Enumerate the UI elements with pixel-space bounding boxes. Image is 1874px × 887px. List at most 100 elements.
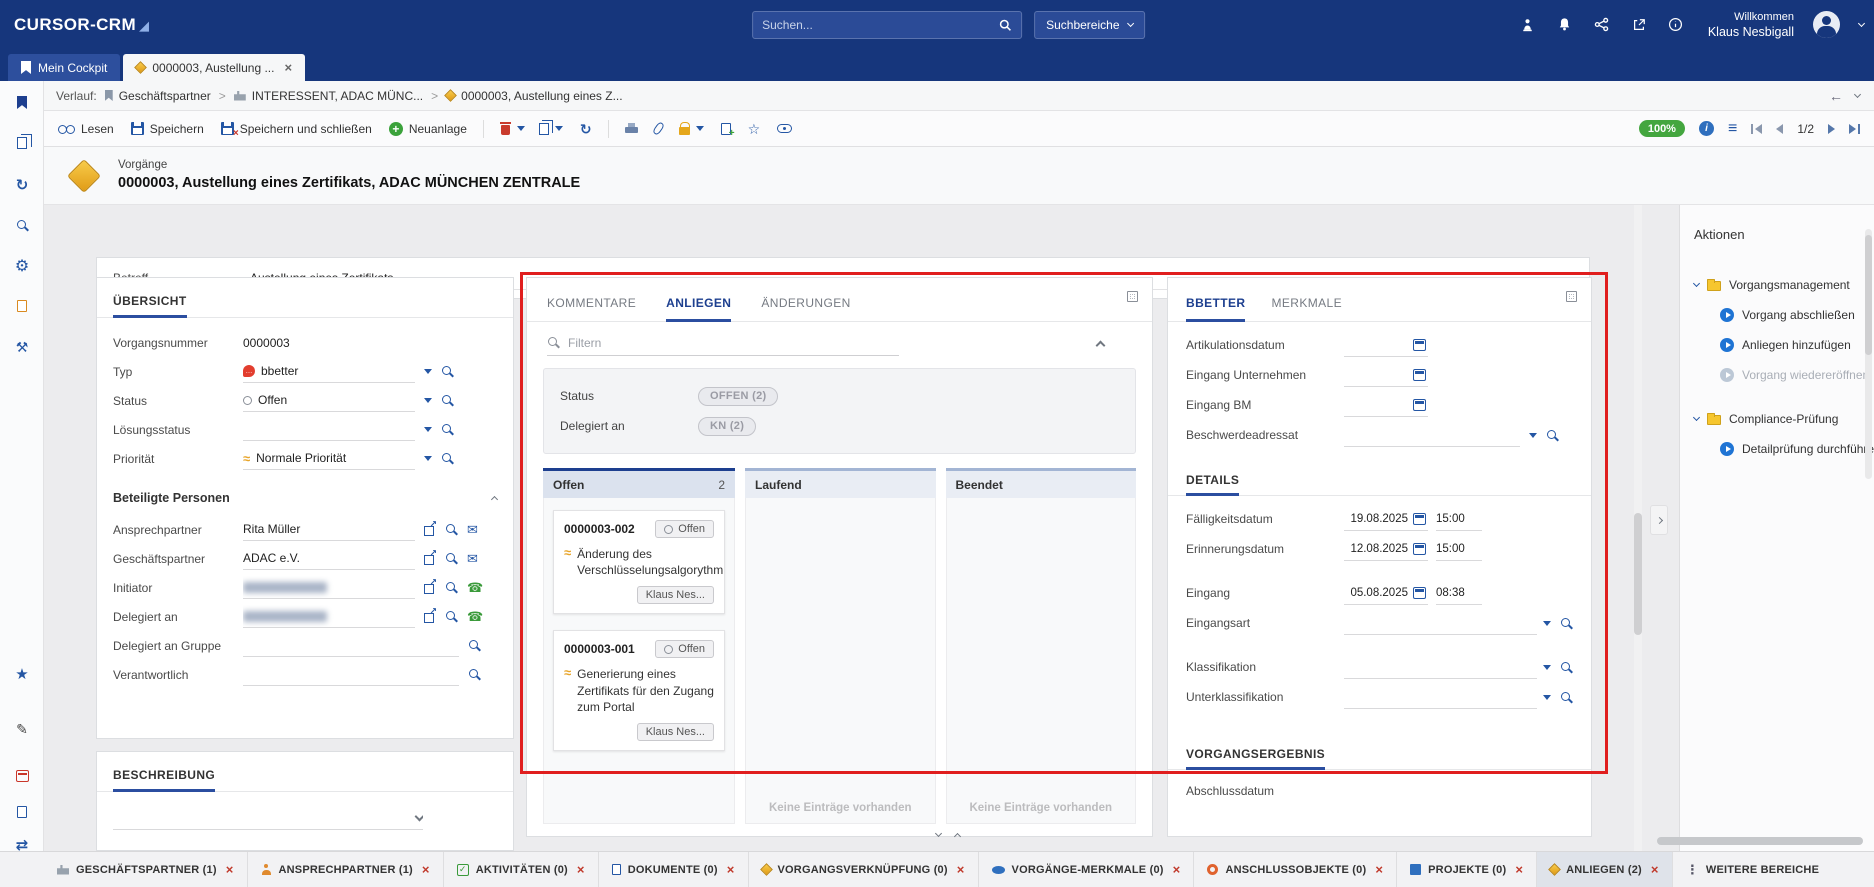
lookup-icon[interactable] <box>445 581 458 594</box>
refresh-button[interactable]: ↻ <box>576 116 596 142</box>
delete-button[interactable] <box>496 116 529 142</box>
anliegen-card[interactable]: 0000003-002 Offen ≈ Änderung des Verschl… <box>553 510 725 614</box>
action-anliegen-hinzufuegen[interactable]: Anliegen hinzufügen <box>1694 330 1874 360</box>
caret-down-icon[interactable] <box>424 456 432 461</box>
kanban-column-header[interactable]: Beendet <box>946 468 1137 498</box>
action-detailpruefung-durchfuehren[interactable]: Detailprüfung durchführen <box>1694 434 1874 464</box>
bottom-tab-vorgangsverknuepfung[interactable]: VORGANGSVERKNÜPFUNG (0) × <box>749 852 979 887</box>
vertical-scrollbar-thumb[interactable] <box>1634 513 1642 635</box>
initiator-input[interactable] <box>243 576 415 599</box>
close-tab-icon[interactable]: × <box>1375 862 1383 877</box>
neuanlage-button[interactable]: + Neuanlage <box>385 116 471 142</box>
tab-mein-cockpit[interactable]: Mein Cockpit <box>8 54 120 81</box>
zoom-badge[interactable]: 100% <box>1639 120 1685 137</box>
lookup-icon[interactable] <box>468 639 481 652</box>
first-page-button[interactable] <box>1751 124 1762 134</box>
filter-status-chip[interactable]: OFFEN (2) <box>698 387 778 406</box>
kanban-column-header[interactable]: Offen 2 <box>543 468 735 498</box>
last-page-button[interactable] <box>1849 124 1860 134</box>
lookup-icon[interactable] <box>445 610 458 623</box>
close-tab-icon[interactable]: × <box>226 862 234 877</box>
close-tab-icon[interactable]: × <box>284 60 292 75</box>
notifications-bell-icon[interactable] <box>1556 16 1574 34</box>
bottom-tab-anliegen[interactable]: ANLIEGEN (2) × <box>1537 852 1673 887</box>
bottom-tab-dokumente[interactable]: DOKUMENTE (0) × <box>599 852 749 887</box>
calendar-icon[interactable] <box>1413 587 1426 599</box>
lookup-icon[interactable] <box>1546 429 1559 442</box>
maximize-panel-icon[interactable] <box>1127 291 1138 302</box>
geschaeftspartner-input[interactable]: ADAC e.V. <box>243 547 415 570</box>
prioritaet-input[interactable]: ≈ Normale Priorität <box>243 447 415 470</box>
anliegen-card[interactable]: 0000003-001 Offen ≈ Generierung eines Ze… <box>553 630 725 751</box>
info-badge-icon[interactable]: i <box>1699 121 1714 136</box>
ansprechpartner-input[interactable]: Rita Müller <box>243 518 415 541</box>
lookup-icon[interactable] <box>1560 617 1573 630</box>
previous-page-button[interactable] <box>1776 124 1783 134</box>
duplicate-button[interactable] <box>538 116 567 142</box>
search-input[interactable] <box>762 18 999 32</box>
caret-down-icon[interactable] <box>424 427 432 432</box>
organization-icon[interactable] <box>1519 16 1537 34</box>
open-record-icon[interactable]: ↗ <box>424 524 436 536</box>
attachment-button[interactable] <box>651 116 666 142</box>
loesungsstatus-input[interactable] <box>243 418 415 441</box>
lookup-icon[interactable] <box>468 668 481 681</box>
history-icon[interactable]: ↻ <box>0 178 44 193</box>
document-settings-icon[interactable] <box>0 806 44 818</box>
bottom-tab-vorgaenge-merkmale[interactable]: VORGÄNGE-MERKMALE (0) × <box>979 852 1195 887</box>
time-input[interactable]: 15:00 <box>1436 538 1482 561</box>
open-record-icon[interactable]: ↗ <box>424 553 436 565</box>
kanban-column-header[interactable]: Laufend <box>745 468 936 498</box>
info-icon[interactable] <box>1667 16 1685 34</box>
caret-down-icon[interactable] <box>1543 665 1551 670</box>
share-icon[interactable] <box>1593 16 1611 34</box>
date-input[interactable] <box>1344 364 1428 387</box>
email-icon[interactable]: ✉ <box>467 523 478 536</box>
delegiert-an-input[interactable] <box>243 605 415 628</box>
lookup-icon[interactable] <box>441 452 454 465</box>
breadcrumb-item-geschaeftspartner[interactable]: Geschäftspartner <box>105 89 211 103</box>
filter-input-box[interactable] <box>547 330 899 356</box>
action-group-compliance-pruefung[interactable]: Compliance-Prüfung <box>1694 404 1874 434</box>
card-assignee-chip[interactable]: Klaus Nes... <box>637 723 714 741</box>
caret-down-icon[interactable] <box>1543 621 1551 626</box>
caret-down-icon[interactable] <box>424 369 432 374</box>
tab-kommentare[interactable]: KOMMENTARE <box>547 296 636 321</box>
bottom-tab-weitere-bereiche[interactable]: ⋮ WEITERE BEREICHE <box>1673 852 1832 887</box>
speichern-button[interactable]: Speichern <box>127 116 208 142</box>
eingangsart-input[interactable] <box>1344 612 1537 635</box>
favorite-button[interactable]: ☆ <box>744 116 765 142</box>
settings-gear-icon[interactable]: ⚙ <box>0 259 44 275</box>
caret-down-icon[interactable] <box>424 398 432 403</box>
collapse-down-chevron-icon[interactable] <box>935 830 942 837</box>
close-tab-icon[interactable]: × <box>422 862 430 877</box>
tab-bbetter[interactable]: BBETTER <box>1186 296 1245 321</box>
tab-record[interactable]: 0000003, Austellung ... × <box>123 54 305 81</box>
speichern-und-schliessen-button[interactable]: × Speichern und schließen <box>217 116 376 142</box>
global-search-box[interactable] <box>752 11 1022 39</box>
horizontal-scrollbar-thumb[interactable] <box>1657 837 1863 845</box>
action-group-vorgangsmanagement[interactable]: Vorgangsmanagement <box>1694 270 1874 300</box>
lookup-icon[interactable] <box>1560 661 1573 674</box>
document-orange-icon[interactable] <box>0 300 44 312</box>
filter-delegiert-chip[interactable]: KN (2) <box>698 417 756 436</box>
date-input[interactable]: 12.08.2025 <box>1344 538 1428 561</box>
expand-sidebar-button[interactable] <box>1650 505 1668 535</box>
search-areas-dropdown[interactable]: Suchbereiche <box>1034 11 1145 39</box>
date-input[interactable] <box>1344 334 1428 357</box>
notes-pencil-icon[interactable]: ✎ <box>0 722 44 736</box>
user-menu-chevron-icon[interactable] <box>1858 20 1865 27</box>
calendar-icon[interactable] <box>1413 369 1426 381</box>
close-tab-icon[interactable]: × <box>1173 862 1181 877</box>
lesen-button[interactable]: Lesen <box>54 116 118 142</box>
phone-icon[interactable]: ☎ <box>467 581 483 594</box>
favorites-star-icon[interactable]: ★ <box>0 667 44 682</box>
calendar-icon[interactable] <box>1413 543 1426 555</box>
calendar-icon[interactable] <box>1413 339 1426 351</box>
chevron-down-icon[interactable] <box>415 812 423 822</box>
beschwerdeadressat-input[interactable] <box>1344 424 1520 447</box>
watch-button[interactable] <box>773 116 796 142</box>
maximize-panel-icon[interactable] <box>1566 291 1577 302</box>
caret-down-icon[interactable] <box>1543 695 1551 700</box>
tab-merkmale[interactable]: MERKMALE <box>1271 296 1342 321</box>
